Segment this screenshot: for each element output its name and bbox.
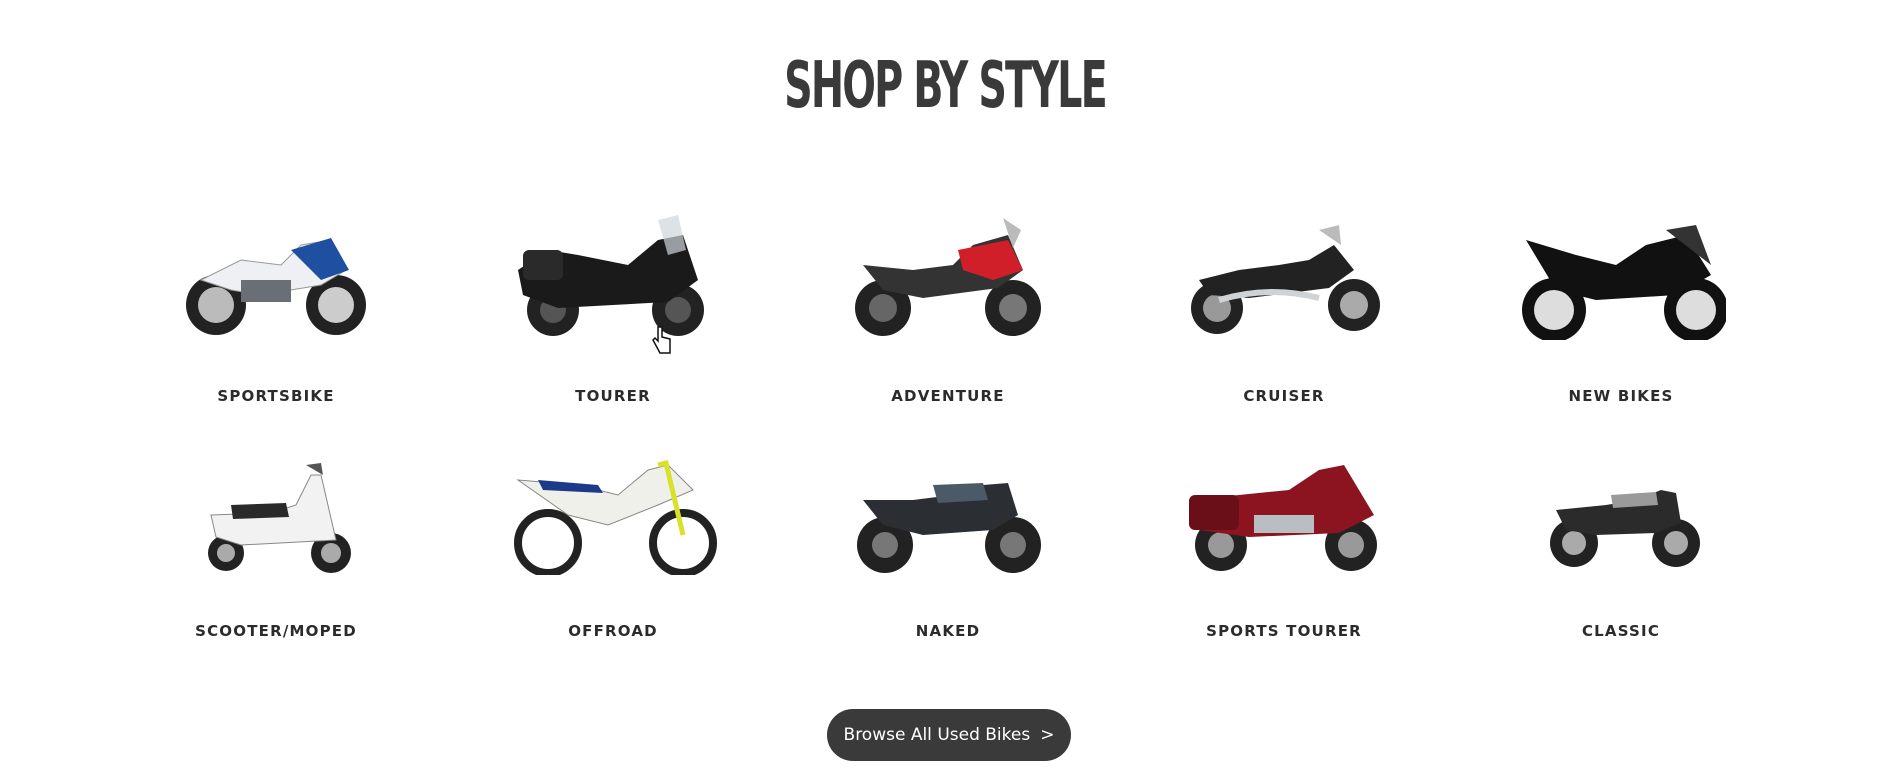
scooter-image[interactable] [171,445,381,575]
hand-cursor-icon [652,326,671,354]
adventure-image[interactable] [843,210,1053,340]
style-label: SPORTSBIKE [217,387,335,405]
browse-all-used-bikes-button[interactable]: Browse All Used Bikes > [827,709,1071,761]
style-label: ADVENTURE [891,387,1005,405]
cruiser-image[interactable] [1179,210,1389,340]
offroad-image[interactable] [508,445,718,575]
browse-button-label: Browse All Used Bikes [843,725,1031,745]
shop-by-style-section: SHOP BY STYLE SPORTSBIKE TOURER ADVENTUR… [0,0,1890,777]
style-tile-cruiser[interactable]: CRUISER [1154,210,1414,430]
style-tile-tourer[interactable]: TOURER [483,210,743,430]
tourer-image[interactable] [508,210,718,340]
style-label: NEW BIKES [1568,387,1674,405]
style-tile-adventure[interactable]: ADVENTURE [818,210,1078,430]
style-tile-naked[interactable]: NAKED [818,445,1078,665]
style-label: OFFROAD [568,622,658,640]
classic-image[interactable] [1516,445,1726,575]
style-label: TOURER [575,387,651,405]
style-label: NAKED [915,622,981,640]
new-bikes-image[interactable] [1516,210,1726,340]
style-label: SCOOTER/MOPED [195,622,357,640]
style-tile-classic[interactable]: CLASSIC [1491,445,1751,665]
style-label: CLASSIC [1581,622,1661,640]
chevron-right-icon: > [1040,725,1055,745]
style-tile-new-bikes[interactable]: NEW BIKES [1491,210,1751,430]
style-tile-offroad[interactable]: OFFROAD [483,445,743,665]
naked-image[interactable] [843,445,1053,575]
style-tile-scooter-moped[interactable]: SCOOTER/MOPED [146,445,406,665]
style-tile-sportsbike[interactable]: SPORTSBIKE [146,210,406,430]
style-label: CRUISER [1243,387,1325,405]
style-grid: SPORTSBIKE TOURER ADVENTURE CRUISER NEW … [0,0,1890,777]
style-tile-sports-tourer[interactable]: SPORTS TOURER [1154,445,1414,665]
style-label: SPORTS TOURER [1206,622,1362,640]
sportsbike-image[interactable] [171,210,381,340]
sports-tourer-image[interactable] [1179,445,1389,575]
